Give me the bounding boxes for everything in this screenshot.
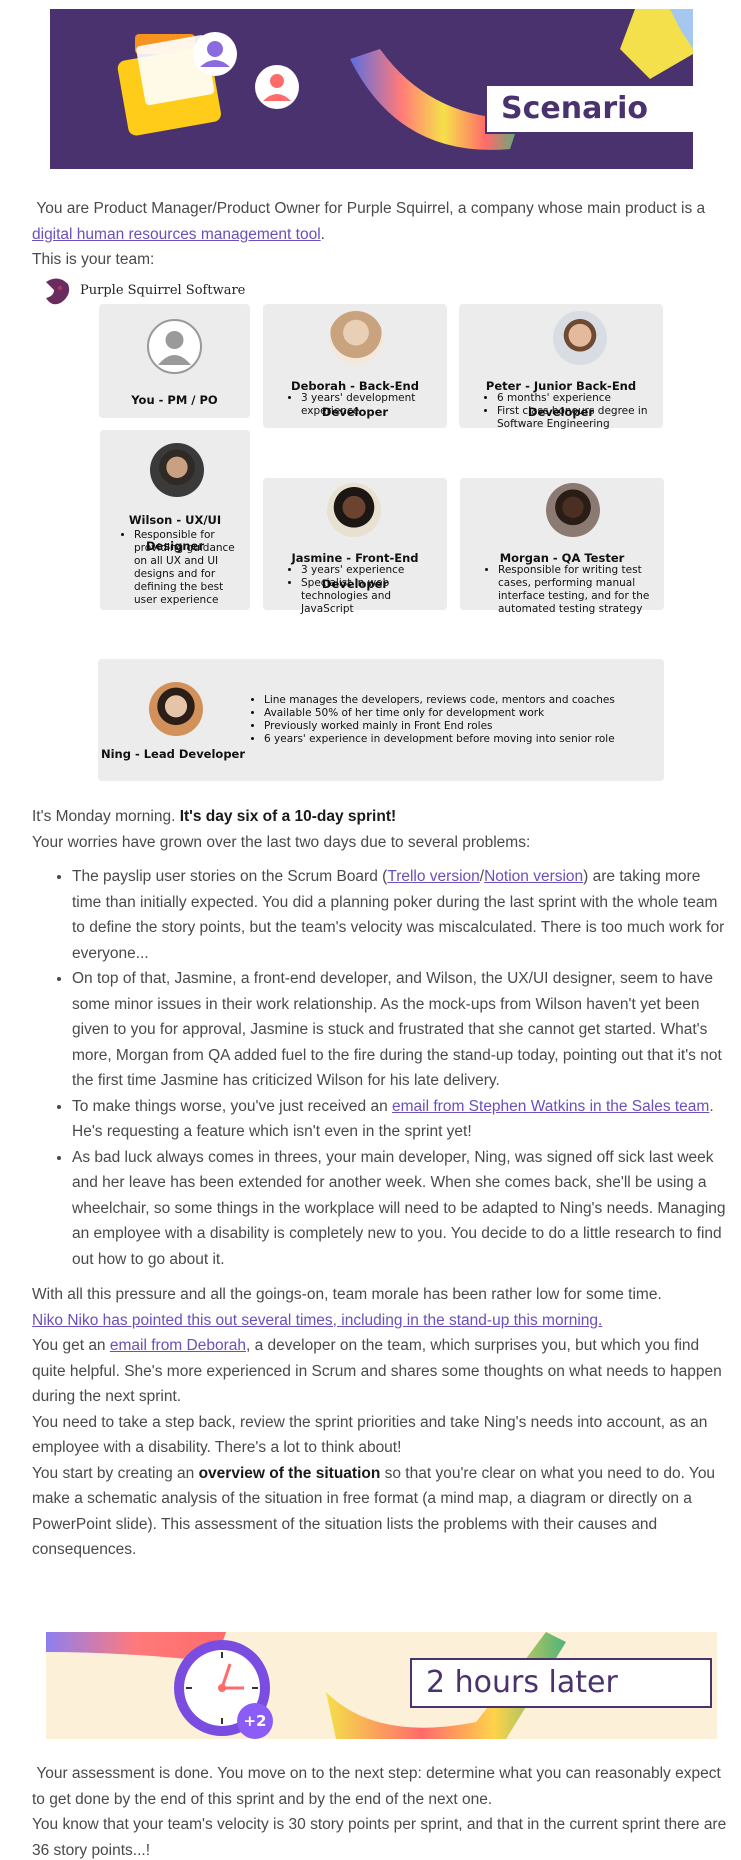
team-card-jasmine: Jasmine - Front-End Developer 3 years' e… [263, 478, 447, 615]
problem-list: The payslip user stories on the Scrum Bo… [32, 864, 732, 1272]
banner-title: Scenario [485, 84, 693, 134]
trello-link[interactable]: Trello version [387, 868, 479, 885]
sales-email-link[interactable]: email from Stephen Watkins in the Sales … [392, 1098, 709, 1115]
team-card-deborah: Deborah - Back-End Developer 3 years' de… [263, 304, 447, 428]
later-section: Your assessment is done. You move on to … [32, 1761, 732, 1860]
list-item: The payslip user stories on the Scrum Bo… [72, 864, 732, 966]
list-item: 3 years' development experience [301, 392, 439, 418]
banner-title-text: Scenario [501, 91, 649, 127]
intro-line-2: This is your team: [32, 251, 155, 268]
list-item: On top of that, Jasmine, a front-end dev… [72, 966, 732, 1094]
list-item: 6 years' experience in development befor… [264, 733, 652, 746]
list-item: Available 50% of her time only for devel… [264, 707, 652, 720]
paragraph: You know that your team's velocity is 30… [32, 1816, 727, 1859]
list-item: Previously worked mainly in Front End ro… [264, 720, 652, 733]
paragraph: With all this pressure and all the going… [32, 1286, 662, 1303]
member-bullets: Line manages the developers, reviews cod… [252, 694, 652, 746]
paragraph: You start by creating an overview of the… [32, 1464, 716, 1559]
avatar [149, 682, 203, 736]
situation-section: It's Monday morning. It's day six of a 1… [32, 804, 732, 1563]
paragraph: You need to take a step back, review the… [32, 1413, 708, 1457]
avatar [546, 483, 600, 537]
member-bullets: Responsible for writing test cases, perf… [486, 564, 658, 616]
list-item: Specialist in web technologies and JavaS… [301, 577, 439, 616]
list-item: Responsible for providing guidance on al… [134, 529, 238, 607]
member-bullets: 3 years' experience Specialist in web te… [289, 564, 439, 616]
paragraph: Your assessment is done. You move on to … [32, 1765, 721, 1808]
product-link[interactable]: digital human resources management tool [32, 226, 321, 243]
member-name: You - PM / PO [131, 393, 218, 407]
list-item: To make things worse, you've just receiv… [72, 1094, 732, 1145]
member-bullets: Responsible for providing guidance on al… [122, 529, 238, 607]
team-card-peter: Peter - Junior Back-End Developer 6 mont… [459, 304, 663, 431]
team-card-morgan: Morgan - QA Tester Responsible for writi… [460, 478, 664, 615]
team-card-you: You - PM / PO [99, 304, 250, 418]
list-item: 3 years' experience [301, 564, 439, 577]
niko-niko-link[interactable]: Niko Niko has pointed this out several t… [32, 1312, 602, 1329]
banner-title-text: 2 hours later [426, 1665, 618, 1701]
member-bullets: 6 months' experience First class honours… [485, 392, 655, 431]
member-name: Ning - Lead Developer [100, 747, 246, 761]
avatar [329, 311, 383, 365]
list-item: As bad luck always comes in threes, your… [72, 1145, 732, 1273]
deborah-email-link[interactable]: email from Deborah [110, 1337, 246, 1354]
member-bullets: 3 years' development experience [289, 392, 439, 418]
team-card-ning: Ning - Lead Developer Line manages the d… [98, 659, 664, 781]
avatar [327, 483, 381, 537]
notion-link[interactable]: Notion version [484, 868, 583, 885]
list-item: Line manages the developers, reviews cod… [264, 694, 652, 707]
list-item: 6 months' experience [497, 392, 655, 405]
paragraph: You get an email from Deborah, a develop… [32, 1337, 722, 1405]
company-logo: Purple Squirrel Software [40, 274, 245, 308]
two-hours-later-banner: +2 2 hours later [46, 1632, 717, 1739]
list-item: Responsible for writing test cases, perf… [498, 564, 658, 616]
avatar [553, 311, 607, 365]
paragraph: Your worries have grown over the last tw… [32, 833, 531, 851]
list-item: First class honours degree in Software E… [497, 405, 655, 431]
time-badge: +2 [243, 1712, 267, 1730]
scenario-banner: Scenario [50, 9, 693, 169]
intro-line-1: You are Product Manager/Product Owner fo… [32, 200, 706, 243]
paragraph: It's Monday morning. It's day six of a 1… [32, 808, 397, 825]
avatar [150, 443, 204, 497]
team-card-wilson: Wilson - UX/UI Designer Responsible for … [100, 430, 250, 610]
team-chart: Purple Squirrel Software You - PM / PO D… [32, 274, 707, 786]
paragraph: Niko Niko has pointed this out several t… [32, 1308, 732, 1334]
default-avatar-icon [147, 319, 202, 374]
company-logo-text: Purple Squirrel Software [80, 283, 246, 299]
intro-paragraph: You are Product Manager/Product Owner fo… [32, 196, 732, 273]
banner-title: 2 hours later [410, 1658, 712, 1708]
squirrel-logo-icon [46, 278, 70, 305]
